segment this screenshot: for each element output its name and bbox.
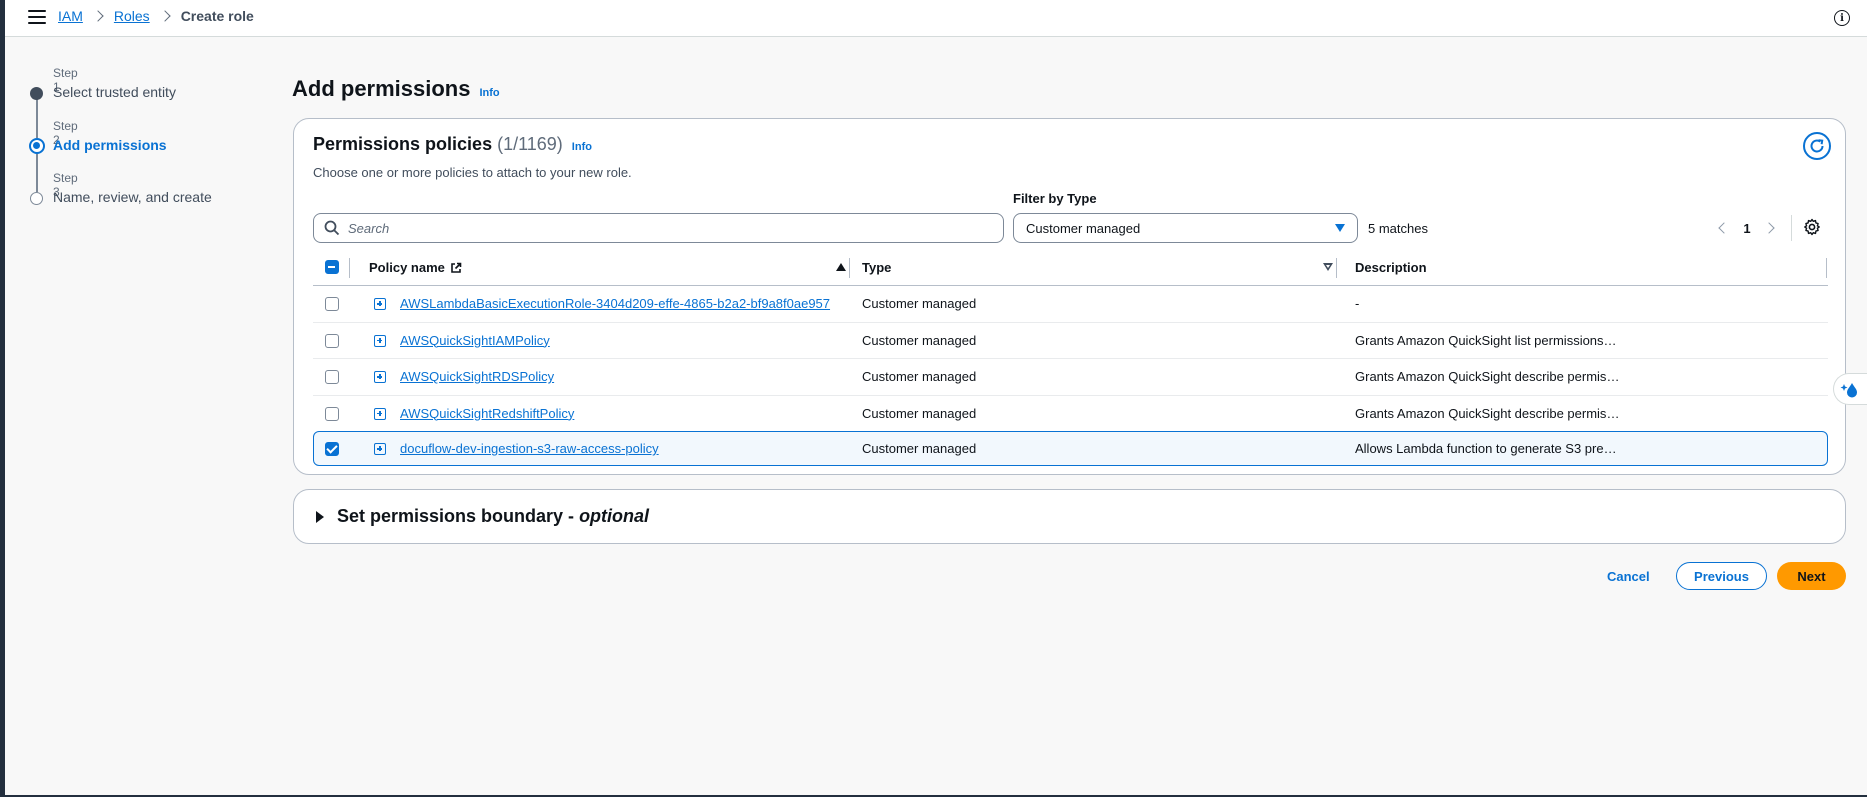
policy-name-link[interactable]: docuflow-dev-ingestion-s3-raw-access-pol…	[400, 441, 659, 456]
panel-header: Permissions policies (1/1169) Info	[313, 134, 592, 155]
filter-by-type-select[interactable]: Customer managed	[1013, 213, 1358, 243]
step-connector	[36, 148, 38, 192]
caret-right-icon	[316, 511, 324, 523]
permissions-boundary-expander[interactable]: Set permissions boundary - optional	[293, 489, 1846, 544]
column-header-description[interactable]: Description	[1355, 260, 1427, 275]
refresh-button[interactable]	[1803, 132, 1831, 160]
breadcrumb-roles[interactable]: Roles	[114, 8, 150, 24]
expand-icon[interactable]	[374, 371, 386, 383]
column-header-policy-name[interactable]: Policy name	[369, 260, 462, 275]
step-connector	[36, 94, 38, 138]
table-row[interactable]: AWSQuickSightRedshiftPolicy Customer man…	[313, 396, 1828, 433]
cancel-button[interactable]: Cancel	[1597, 565, 1660, 588]
pagination: 1	[1712, 214, 1782, 242]
search-field[interactable]	[313, 213, 1004, 243]
search-icon	[324, 220, 340, 236]
sort-ascending-icon[interactable]	[836, 263, 846, 271]
page-number[interactable]: 1	[1734, 221, 1760, 236]
boundary-optional: optional	[579, 506, 650, 526]
previous-button[interactable]: Previous	[1676, 562, 1767, 590]
policies-table: Policy name Type Description AWSLambdaBa…	[313, 249, 1828, 466]
policy-type: Customer managed	[862, 296, 977, 311]
row-checkbox[interactable]	[325, 333, 339, 348]
policy-description: -	[1355, 296, 1360, 311]
sort-icon[interactable]	[1323, 263, 1333, 271]
step-1-completed-icon	[30, 87, 43, 100]
divider	[1791, 215, 1792, 241]
expand-icon[interactable]	[374, 407, 386, 420]
policy-description: Grants Amazon QuickSight list permission…	[1355, 332, 1620, 348]
search-input[interactable]	[348, 220, 968, 236]
expand-icon[interactable]	[374, 443, 386, 455]
page-title-wrap: Add permissions Info	[292, 76, 500, 102]
panel-title: Permissions policies	[313, 134, 493, 154]
policy-name-link[interactable]: AWSQuickSightRedshiftPolicy	[400, 406, 574, 421]
select-all-checkbox[interactable]	[325, 260, 339, 274]
step-2-current-icon	[29, 138, 45, 154]
matches-count: 5 matches	[1368, 221, 1428, 236]
row-checkbox-checked[interactable]	[325, 442, 339, 456]
filter-selected-value: Customer managed	[1026, 221, 1141, 236]
caret-down-icon	[1335, 224, 1345, 232]
policy-name-link[interactable]: AWSQuickSightIAMPolicy	[400, 333, 550, 348]
boundary-title-text: Set permissions boundary -	[337, 506, 580, 526]
column-divider	[1336, 258, 1337, 278]
previous-page-icon[interactable]	[1712, 216, 1734, 240]
breadcrumb: IAM Roles Create role	[58, 8, 254, 24]
breadcrumb-iam[interactable]: IAM	[58, 8, 83, 24]
policy-type: Customer managed	[862, 405, 977, 421]
expand-icon[interactable]	[374, 334, 386, 347]
panel-description: Choose one or more policies to attach to…	[313, 165, 632, 180]
page-title: Add permissions	[292, 76, 471, 101]
expand-icon[interactable]	[374, 298, 386, 310]
chevron-right-icon	[94, 9, 103, 23]
table-row-selected[interactable]: docuflow-dev-ingestion-s3-raw-access-pol…	[313, 431, 1828, 466]
panel-info-link[interactable]: Info	[572, 141, 592, 153]
top-navigation-bar: IAM Roles Create role i	[5, 0, 1867, 37]
column-header-type[interactable]: Type	[862, 260, 891, 275]
next-page-icon[interactable]	[1760, 216, 1782, 240]
step-2-title: Add permissions	[53, 137, 167, 153]
breadcrumb-create-role: Create role	[180, 8, 254, 24]
column-divider	[849, 258, 850, 278]
policy-type: Customer managed	[862, 441, 977, 456]
next-button[interactable]: Next	[1777, 562, 1846, 590]
menu-icon[interactable]	[28, 10, 46, 26]
boundary-title: Set permissions boundary - optional	[337, 506, 649, 527]
column-divider	[1826, 258, 1827, 278]
row-checkbox[interactable]	[325, 370, 339, 384]
policy-name-link[interactable]: AWSQuickSightRDSPolicy	[400, 369, 554, 384]
info-icon[interactable]: i	[1834, 10, 1850, 26]
step-1-title[interactable]: Select trusted entity	[53, 84, 176, 100]
selection-count: (1/1169)	[497, 134, 563, 154]
table-row[interactable]: AWSQuickSightIAMPolicy Customer managed …	[313, 323, 1828, 359]
permissions-policies-panel: Permissions policies (1/1169) Info Choos…	[293, 118, 1846, 475]
table-settings-button[interactable]	[1803, 218, 1821, 236]
step-3-upcoming-icon	[30, 192, 43, 205]
policy-name-link[interactable]: AWSLambdaBasicExecutionRole-3404d209-eff…	[400, 296, 830, 311]
row-checkbox[interactable]	[325, 406, 339, 421]
policy-description: Grants Amazon QuickSight describe permis…	[1355, 369, 1620, 384]
external-link-icon	[451, 262, 462, 273]
sparkle-droplet-icon	[1840, 383, 1857, 398]
column-divider	[349, 258, 350, 278]
gear-icon	[1804, 218, 1820, 236]
table-row[interactable]: AWSQuickSightRDSPolicy Customer managed …	[313, 359, 1828, 396]
table-row[interactable]: AWSLambdaBasicExecutionRole-3404d209-eff…	[313, 286, 1828, 323]
policy-description: Grants Amazon QuickSight describe permis…	[1355, 405, 1620, 421]
policy-description: Allows Lambda function to generate S3 pr…	[1355, 441, 1620, 456]
chevron-right-icon	[161, 9, 170, 23]
table-header: Policy name Type Description	[313, 249, 1828, 286]
policy-type: Customer managed	[862, 332, 977, 348]
refresh-icon	[1810, 139, 1824, 153]
page-info-link[interactable]: Info	[479, 87, 499, 99]
policy-name-header-label: Policy name	[369, 260, 445, 275]
filter-by-type-label: Filter by Type	[1013, 191, 1097, 206]
row-checkbox[interactable]	[325, 297, 339, 311]
floating-assistant-tab[interactable]	[1833, 373, 1867, 405]
policy-type: Customer managed	[862, 369, 977, 384]
step-3-title: Name, review, and create	[53, 189, 212, 205]
